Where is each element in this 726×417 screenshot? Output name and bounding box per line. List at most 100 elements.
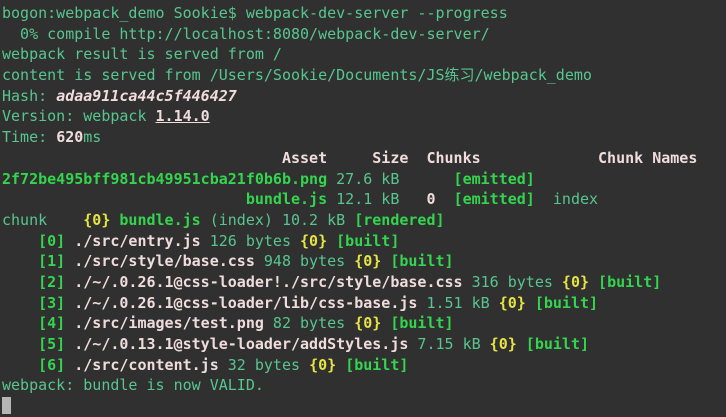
terminal-text-segment (381, 314, 390, 332)
terminal-text-segment: [built] (535, 294, 598, 312)
terminal-line: 0% compile http://localhost:8080/webpack… (2, 24, 726, 45)
terminal-text-segment: {0} (309, 356, 336, 374)
terminal-cursor (2, 397, 11, 414)
terminal-text-segment: [3] (38, 294, 65, 312)
terminal-text-segment: Hash: (2, 87, 56, 105)
terminal-text-segment: index (535, 190, 598, 208)
terminal-text-segment (2, 252, 38, 270)
terminal-line: [3] ./~/.0.26.1@css-loader/lib/css-base.… (2, 293, 726, 314)
terminal-text-segment: [4] (38, 314, 65, 332)
terminal-text-segment: Time: (2, 128, 56, 146)
terminal-text-segment: [1] (38, 252, 65, 270)
terminal-text-segment: bogon:webpack_demo Sookie$ webpack-dev-s… (2, 4, 508, 22)
terminal-text-segment (526, 294, 535, 312)
terminal-cursor-line (2, 396, 726, 417)
terminal-text-segment (336, 356, 345, 374)
terminal-text-segment (436, 190, 454, 208)
terminal-text-segment: 27.6 kB (327, 170, 453, 188)
terminal-line: Hash: adaa911ca44c5f446427 (2, 86, 726, 107)
terminal-line: [1] ./src/style/base.css 948 bytes {0} [… (2, 251, 726, 272)
terminal-text-segment: {0} (83, 211, 110, 229)
terminal-text-segment: 1.51 kB (417, 294, 498, 312)
terminal-text-segment: [emitted] (454, 170, 535, 188)
terminal-line: bundle.js 12.1 kB 0 [emitted] index (2, 189, 726, 210)
terminal-text-segment: 32 bytes (219, 356, 309, 374)
terminal-text-segment: webpack result is served from / (2, 45, 282, 63)
terminal-text-segment: chunk (2, 211, 83, 229)
terminal-text-segment: 82 bytes (264, 314, 354, 332)
terminal-text-segment: [5] (38, 335, 65, 353)
terminal-text-segment: 316 bytes (463, 273, 562, 291)
terminal-text-segment: 2f72be495bff981cb49951cba21f0b6b.png (2, 170, 327, 188)
terminal-text-segment: [built] (390, 314, 453, 332)
terminal-text-segment: adaa911ca44c5f446427 (56, 87, 237, 105)
terminal-line: [0] ./src/entry.js 126 bytes {0} [built] (2, 231, 726, 252)
terminal-text-segment (517, 335, 526, 353)
terminal-text-segment: {0} (490, 335, 517, 353)
terminal-line: webpack result is served from / (2, 44, 726, 65)
terminal-text-segment: Version: webpack (2, 107, 156, 125)
terminal-text-segment: 1.14.0 (156, 107, 210, 125)
terminal-text-segment (65, 356, 74, 374)
terminal-text-segment: bundle.js (246, 190, 327, 208)
terminal-line: Asset Size Chunks Chunk Names (2, 148, 726, 169)
terminal-text-segment (589, 273, 598, 291)
terminal-text-segment: webpack: bundle is now VALID. (2, 376, 264, 394)
terminal-text-segment: [built] (390, 252, 453, 270)
terminal-text-segment: ms (83, 128, 101, 146)
terminal-text-segment (2, 190, 246, 208)
terminal-text-segment: ./~/.0.13.1@style-loader/addStyles.js (74, 335, 408, 353)
terminal-text-segment (2, 356, 38, 374)
terminal-text-segment (65, 273, 74, 291)
terminal-text-segment: [emitted] (454, 190, 535, 208)
terminal-line: content is served from /Users/Sookie/Doc… (2, 65, 726, 86)
terminal-text-segment: content is served from /Users/Sookie/Doc… (2, 66, 592, 84)
terminal-text-segment (381, 252, 390, 270)
terminal-text-segment (2, 232, 38, 250)
terminal-text-segment (65, 314, 74, 332)
terminal-text-segment: ./~/.0.26.1@css-loader!./src/style/base.… (74, 273, 462, 291)
terminal-text-segment: {0} (499, 294, 526, 312)
terminal-text-segment: ./src/content.js (74, 356, 219, 374)
terminal-text-segment (65, 294, 74, 312)
terminal-text-segment: 126 bytes (201, 232, 300, 250)
terminal-line: [4] ./src/images/test.png 82 bytes {0} [… (2, 313, 726, 334)
terminal-text-segment: {0} (354, 314, 381, 332)
terminal-text-segment: ./~/.0.26.1@css-loader/lib/css-base.js (74, 294, 417, 312)
terminal-text-segment: ./src/images/test.png (74, 314, 264, 332)
terminal-text-segment: ./src/style/base.css (74, 252, 255, 270)
terminal-text-segment (65, 335, 74, 353)
terminal-text-segment: (index) 10.2 kB (201, 211, 355, 229)
terminal-text-segment: [rendered] (354, 211, 444, 229)
terminal-text-segment: 0 (426, 190, 435, 208)
terminal-text-segment: [built] (345, 356, 408, 374)
terminal-text-segment: 620 (56, 128, 83, 146)
terminal-text-segment (65, 232, 74, 250)
terminal-text-segment: 12.1 kB (327, 190, 426, 208)
terminal-line: webpack: bundle is now VALID. (2, 375, 726, 396)
terminal-text-segment: [built] (598, 273, 661, 291)
terminal-window[interactable]: bogon:webpack_demo Sookie$ webpack-dev-s… (0, 0, 726, 417)
terminal-text-segment: {0} (300, 232, 327, 250)
terminal-text-segment: [built] (336, 232, 399, 250)
terminal-text-segment (2, 294, 38, 312)
terminal-line: 2f72be495bff981cb49951cba21f0b6b.png 27.… (2, 169, 726, 190)
terminal-text-segment (327, 232, 336, 250)
terminal-text-segment: {0} (562, 273, 589, 291)
terminal-line: Time: 620ms (2, 127, 726, 148)
terminal-line: [5] ./~/.0.13.1@style-loader/addStyles.j… (2, 334, 726, 355)
terminal-text-segment (2, 335, 38, 353)
terminal-text-segment: [built] (526, 335, 589, 353)
terminal-text-segment: [6] (38, 356, 65, 374)
terminal-text-segment: ./src/entry.js (74, 232, 200, 250)
terminal-line: [2] ./~/.0.26.1@css-loader!./src/style/b… (2, 272, 726, 293)
terminal-text-segment (2, 314, 38, 332)
terminal-text-segment: 948 bytes (255, 252, 354, 270)
terminal-text-segment: [0] (38, 232, 65, 250)
terminal-line: chunk {0} bundle.js (index) 10.2 kB [ren… (2, 210, 726, 231)
terminal-text-segment: 0% compile http://localhost:8080/webpack… (2, 25, 490, 43)
terminal-line: [6] ./src/content.js 32 bytes {0} [built… (2, 355, 726, 376)
terminal-text-segment: {0} (354, 252, 381, 270)
terminal-text-segment (65, 252, 74, 270)
terminal-text-segment: Asset Size Chunks Chunk Names (2, 149, 697, 167)
